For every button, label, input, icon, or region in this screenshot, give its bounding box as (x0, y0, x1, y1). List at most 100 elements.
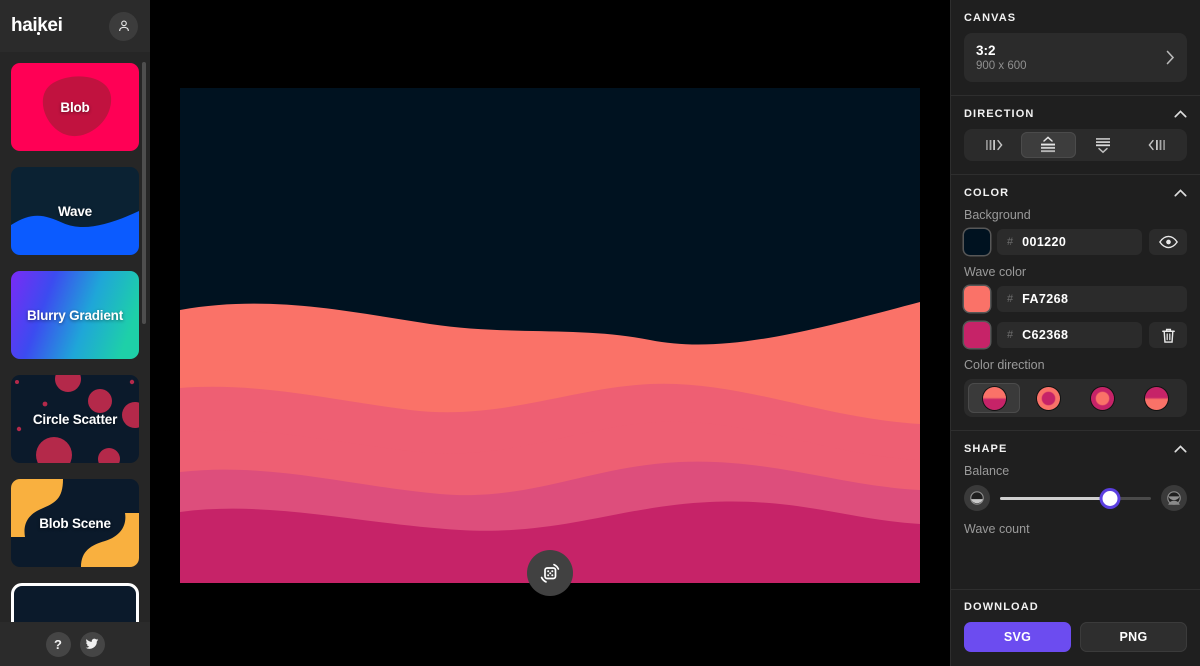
sidebar-item-label: Blob Scene (39, 515, 111, 531)
gradient-linear-up-button[interactable] (1131, 383, 1183, 413)
background-color-row: # 001220 (964, 229, 1187, 255)
sidebar-item-label: Layered Waves (27, 622, 122, 623)
balance-slider[interactable] (1000, 488, 1151, 508)
sidebar: haikei Blob Wave Blurry Gradient Circle … (0, 0, 150, 666)
background-hex-input[interactable]: # 001220 (997, 229, 1142, 255)
direction-down-button[interactable] (1076, 132, 1130, 158)
background-visibility-button[interactable] (1149, 229, 1187, 255)
gradient-linear-down-button[interactable] (968, 383, 1021, 413)
sidebar-item-blurry-gradient[interactable]: Blurry Gradient (11, 271, 139, 359)
gradient-preview (1091, 386, 1115, 410)
sidebar-scrollbar[interactable] (142, 62, 146, 324)
wave-color-row-1: # FA7268 (964, 286, 1187, 312)
section-color: COLOR Background # 001220 Wave color # F… (951, 175, 1200, 431)
avatar[interactable] (109, 11, 138, 41)
canvas-container (180, 88, 920, 596)
section-download: DOWNLOAD SVG PNG (951, 589, 1200, 666)
color-direction-options (964, 379, 1187, 417)
wave-hex-input-2[interactable]: # C62368 (997, 322, 1142, 348)
half-circle-low-icon (970, 491, 984, 505)
logo-dot (37, 32, 40, 35)
sidebar-item-label: Blob (60, 99, 90, 115)
hash-symbol: # (1007, 329, 1014, 341)
gradient-preview (1145, 386, 1169, 410)
section-direction: DIRECTION (951, 96, 1200, 175)
wave-color-row-2: # C62368 (964, 322, 1187, 348)
gradient-radial-dark-button[interactable] (1077, 383, 1129, 413)
workspace (150, 0, 950, 666)
canvas-size-selector[interactable]: 3:2 900 x 600 (964, 33, 1187, 82)
background-label: Background (964, 208, 1031, 222)
hash-symbol: # (1007, 236, 1014, 248)
question-mark-icon: ? (54, 636, 62, 652)
wave-hex-value-1: FA7268 (1022, 292, 1069, 306)
sidebar-item-blob[interactable]: Blob (11, 63, 139, 151)
layered-waves-thumb (14, 586, 136, 622)
section-canvas: CANVAS 3:2 900 x 600 (951, 0, 1200, 96)
randomize-dice-icon (540, 563, 560, 583)
wave-color-swatch-2[interactable] (964, 322, 990, 348)
sidebar-footer: ? (0, 622, 150, 666)
wave-color-label: Wave color (964, 265, 1027, 279)
balance-min-button[interactable] (964, 485, 990, 511)
wave-color-delete-button[interactable] (1149, 322, 1187, 348)
section-title: SHAPE (964, 443, 1008, 455)
section-shape: SHAPE Balance Wave count (951, 431, 1200, 556)
balance-max-button[interactable] (1161, 485, 1187, 511)
direction-options (964, 129, 1187, 161)
section-title: DOWNLOAD (964, 601, 1039, 613)
sidebar-item-label: Circle Scatter (32, 411, 118, 427)
chevron-up-icon[interactable] (1174, 110, 1187, 118)
chevron-right-icon (1166, 50, 1175, 65)
wave-count-label: Wave count (964, 522, 1030, 536)
sidebar-item-blob-scene[interactable]: Blob Scene (11, 479, 139, 567)
background-hex-value: 001220 (1022, 235, 1067, 249)
help-button[interactable]: ? (45, 631, 71, 657)
wave-color-swatch-1[interactable] (964, 286, 990, 312)
section-title: COLOR (964, 187, 1010, 199)
sidebar-item-label: Blurry Gradient (26, 307, 124, 323)
chevron-up-icon[interactable] (1174, 445, 1187, 453)
background-color-swatch[interactable] (964, 229, 990, 255)
section-title: DIRECTION (964, 108, 1035, 120)
bars-arrow-up-icon (1041, 136, 1056, 153)
balance-label: Balance (964, 464, 1010, 478)
sidebar-item-circle-scatter[interactable]: Circle Scatter (11, 375, 139, 463)
download-section-header: DOWNLOAD (964, 601, 1187, 613)
canvas-section-header: CANVAS (964, 12, 1187, 24)
wave-hex-input-1[interactable]: # FA7268 (997, 286, 1187, 312)
canvas-dimensions: 900 x 600 (976, 60, 1027, 72)
user-icon (118, 20, 129, 32)
direction-right-button[interactable] (967, 132, 1021, 158)
twitter-button[interactable] (79, 631, 105, 657)
download-svg-button[interactable]: SVG (964, 622, 1071, 652)
download-png-button[interactable]: PNG (1080, 622, 1187, 652)
slider-fill (1000, 496, 1111, 500)
eye-icon (1158, 235, 1178, 249)
direction-left-button[interactable] (1130, 132, 1184, 158)
sidebar-item-layered-waves[interactable]: Layered Waves (11, 583, 139, 622)
brand-bar: haikei (0, 0, 150, 52)
twitter-bird-icon (85, 638, 99, 649)
color-section-header[interactable]: COLOR (964, 187, 1187, 199)
app-root: haikei Blob Wave Blurry Gradient Circle … (0, 0, 1200, 666)
bars-arrow-left-icon (1148, 139, 1165, 151)
bars-arrow-down-icon (1095, 138, 1110, 154)
color-direction-label: Color direction (964, 358, 1045, 372)
randomize-button[interactable] (527, 550, 573, 596)
sidebar-item-wave[interactable]: Wave (11, 167, 139, 255)
direction-up-button[interactable] (1021, 132, 1076, 158)
sidebar-item-label: Wave (58, 203, 92, 219)
slider-thumb[interactable] (1102, 490, 1118, 506)
trash-icon (1161, 328, 1175, 343)
gradient-radial-light-button[interactable] (1022, 383, 1074, 413)
shape-section-header[interactable]: SHAPE (964, 443, 1187, 455)
wave-hex-value-2: C62368 (1022, 328, 1069, 342)
direction-section-header[interactable]: DIRECTION (964, 108, 1187, 120)
settings-panel: CANVAS 3:2 900 x 600 DIRECTION COLOR Bac… (950, 0, 1200, 666)
bars-arrow-right-icon (986, 139, 1003, 151)
template-list[interactable]: Blob Wave Blurry Gradient Circle Scatter… (0, 52, 150, 622)
preview-canvas[interactable] (180, 88, 920, 583)
app-logo[interactable]: haikei (11, 15, 63, 37)
chevron-up-icon[interactable] (1174, 189, 1187, 197)
